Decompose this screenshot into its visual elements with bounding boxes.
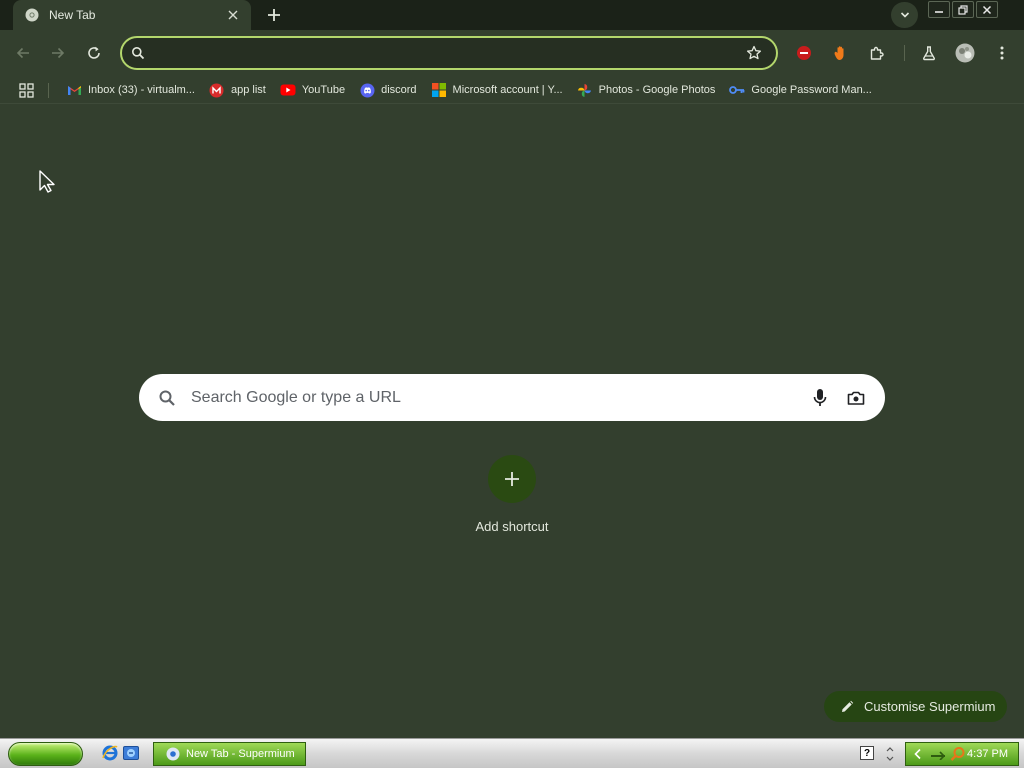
customise-button[interactable]: Customise Supermium — [824, 691, 1007, 722]
taskbar-item-label: New Tab - Supermium — [186, 748, 295, 760]
customise-label: Customise Supermium — [864, 699, 996, 714]
forward-button[interactable] — [43, 38, 73, 68]
taskbar: New Tab - Supermium ? 4:37 PM — [0, 738, 1024, 768]
kebab-menu-icon — [1000, 46, 1004, 60]
new-tab-button[interactable] — [262, 3, 286, 27]
search-icon — [130, 45, 146, 61]
pencil-icon — [840, 700, 854, 714]
back-arrow-icon — [16, 47, 29, 59]
bookmarks-bar: Inbox (33) - virtualm... app list YouTub… — [0, 76, 1024, 104]
labs-button[interactable] — [914, 38, 944, 68]
reload-icon — [88, 46, 100, 59]
minimize-icon — [935, 10, 943, 13]
bookmark-label: Google Password Man... — [751, 84, 872, 96]
bookmarks-separator — [48, 83, 49, 98]
plus-icon — [505, 472, 519, 486]
gmail-icon — [66, 82, 82, 98]
flask-icon — [923, 46, 935, 61]
ntp-search-box[interactable] — [139, 374, 885, 421]
youtube-icon — [280, 82, 296, 98]
forward-arrow-icon — [52, 47, 65, 59]
ntp-search-input[interactable] — [177, 374, 807, 421]
camera-search-icon[interactable] — [843, 385, 869, 411]
mouse-cursor-icon — [38, 170, 58, 194]
bookmark-google-photos[interactable]: Photos - Google Photos — [573, 78, 720, 102]
bookmark-label: Microsoft account | Y... — [452, 84, 563, 96]
hand-icon — [834, 46, 844, 60]
add-shortcut-button[interactable]: Add shortcut — [462, 455, 562, 534]
internet-explorer-icon[interactable] — [101, 744, 119, 762]
extensions-button[interactable] — [862, 38, 892, 68]
network-icon[interactable] — [930, 746, 946, 762]
bookmark-app-list[interactable]: app list — [205, 78, 270, 102]
taskbar-item-new-tab-supermium[interactable]: New Tab - Supermium — [153, 742, 306, 766]
bookmark-discord[interactable]: discord — [355, 78, 420, 102]
help-icon[interactable]: ? — [860, 746, 874, 760]
clock[interactable]: 4:37 PM — [967, 748, 1008, 760]
microsoft-icon — [431, 82, 447, 98]
menu-button[interactable] — [987, 38, 1017, 68]
apps-grid-icon — [18, 82, 34, 98]
chevron-left-icon[interactable] — [910, 746, 926, 762]
hand-extension-button[interactable] — [825, 38, 855, 68]
puzzle-piece-icon — [870, 46, 884, 60]
system-tray: 4:37 PM — [905, 742, 1019, 766]
bookmark-youtube[interactable]: YouTube — [276, 78, 349, 102]
discord-icon — [359, 82, 375, 98]
close-window-button[interactable] — [976, 1, 998, 18]
add-shortcut-label: Add shortcut — [475, 519, 549, 534]
tray-expand-button[interactable] — [882, 743, 898, 765]
bookmark-google-password-manager[interactable]: Google Password Man... — [725, 78, 875, 102]
omnibox-input[interactable] — [146, 38, 740, 68]
profile-button[interactable] — [950, 38, 980, 68]
bookmark-microsoft-account[interactable]: Microsoft account | Y... — [427, 78, 567, 102]
avatar — [955, 43, 975, 63]
search-icon — [157, 388, 177, 408]
toolbar-separator — [904, 45, 905, 61]
tab-title: New Tab — [49, 8, 96, 22]
stop-sign-icon — [797, 46, 811, 60]
tab-close-icon[interactable] — [223, 5, 243, 25]
window-controls — [928, 1, 998, 18]
bookmark-label: YouTube — [301, 84, 346, 96]
start-button[interactable] — [8, 742, 83, 766]
bookmark-label: discord — [381, 84, 417, 96]
tab-search-button[interactable] — [891, 2, 918, 28]
chrome-favicon-icon — [166, 747, 180, 761]
close-icon — [982, 5, 992, 14]
toolbar — [0, 30, 1024, 76]
chrome-favicon-icon — [25, 8, 39, 22]
microphone-icon[interactable] — [807, 385, 833, 411]
bookmark-label: Photos - Google Photos — [598, 84, 716, 96]
restore-button[interactable] — [952, 1, 974, 18]
reload-button[interactable] — [79, 38, 109, 68]
bookmark-label: Inbox (33) - virtualm... — [88, 84, 195, 96]
tab-strip: New Tab — [0, 0, 1024, 30]
back-button[interactable] — [8, 38, 38, 68]
bookmark-star-icon[interactable] — [740, 39, 768, 67]
m-logo-icon — [209, 82, 225, 98]
tray-arrows-icon — [886, 747, 894, 761]
bookmark-label: app list — [230, 84, 266, 96]
bookmark-gmail[interactable]: Inbox (33) - virtualm... — [62, 78, 199, 102]
chevron-down-icon — [900, 12, 909, 18]
bookmarks-list: Inbox (33) - virtualm... app list YouTub… — [62, 76, 882, 104]
tab-new-tab[interactable]: New Tab — [13, 0, 251, 30]
google-photos-icon — [577, 82, 593, 98]
minimize-button[interactable] — [928, 1, 950, 18]
show-desktop-icon[interactable] — [122, 744, 140, 762]
apps-grid-button[interactable] — [16, 81, 36, 99]
magnifier-icon[interactable] — [950, 746, 966, 762]
restore-icon — [958, 4, 968, 15]
key-icon — [729, 82, 745, 98]
add-shortcut-tile[interactable] — [488, 455, 536, 503]
omnibox[interactable] — [120, 36, 778, 70]
adblock-extension-button[interactable] — [789, 38, 819, 68]
